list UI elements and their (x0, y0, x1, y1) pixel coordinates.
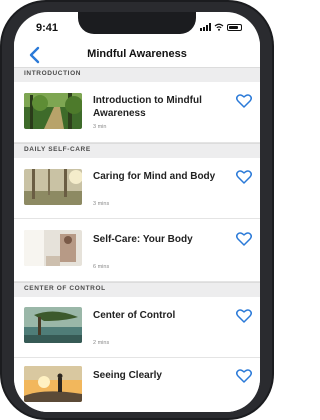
app-screen: 9:41 Mindful Awareness INTRODUCTION Intr… (14, 12, 260, 412)
section-header-introduction: INTRODUCTION (14, 67, 260, 83)
item-title: Seeing Clearly (93, 370, 162, 381)
status-time: 9:41 (36, 22, 59, 34)
heart-outline-icon[interactable] (236, 232, 252, 246)
item-title: Self-Care: Your Body (93, 234, 193, 245)
item-duration: 3 min (93, 124, 107, 130)
heart-outline-icon[interactable] (236, 170, 252, 184)
item-title: Caring for Mind and Body (93, 171, 216, 182)
heart-outline-icon[interactable] (236, 94, 252, 108)
list-item[interactable]: Center of Control 2 mins (14, 297, 260, 358)
status-icons (200, 23, 242, 31)
thumbnail-bright-interior (24, 230, 82, 266)
section-label: INTRODUCTION (24, 70, 82, 77)
thumbnail-sunlit-trees (24, 169, 82, 205)
item-title: Center of Control (93, 310, 176, 321)
list-item[interactable]: Caring for Mind and Body 3 mins (14, 158, 260, 219)
signal-icon (200, 23, 211, 31)
section-header-daily-self-care: DAILY SELF-CARE (14, 143, 260, 159)
phone-frame: 9:41 Mindful Awareness INTRODUCTION Intr… (0, 0, 274, 420)
item-duration: 2 mins (93, 340, 110, 346)
notch (78, 12, 196, 34)
battery-icon (227, 23, 242, 31)
item-title: Introduction to Mindful Awareness (93, 95, 202, 119)
list-item[interactable]: Self-Care: Your Body 6 mins (14, 219, 260, 282)
heart-outline-icon[interactable] (236, 369, 252, 383)
list-item[interactable]: Seeing Clearly (14, 358, 260, 412)
item-duration: 6 mins (93, 264, 110, 270)
section-header-center-of-control: CENTER OF CONTROL (14, 282, 260, 298)
list-item[interactable]: Introduction to Mindful Awareness 3 min (14, 82, 260, 143)
item-duration: 3 mins (93, 201, 110, 207)
thumbnail-forest-path (24, 93, 82, 129)
page-title: Mindful Awareness (87, 48, 187, 60)
thumbnail-tree-over-water (24, 307, 82, 343)
heart-outline-icon[interactable] (236, 309, 252, 323)
section-label: CENTER OF CONTROL (24, 285, 106, 292)
section-label: DAILY SELF-CARE (24, 146, 91, 153)
wifi-icon (214, 23, 224, 31)
thumbnail-hiker-sunset (24, 366, 82, 402)
